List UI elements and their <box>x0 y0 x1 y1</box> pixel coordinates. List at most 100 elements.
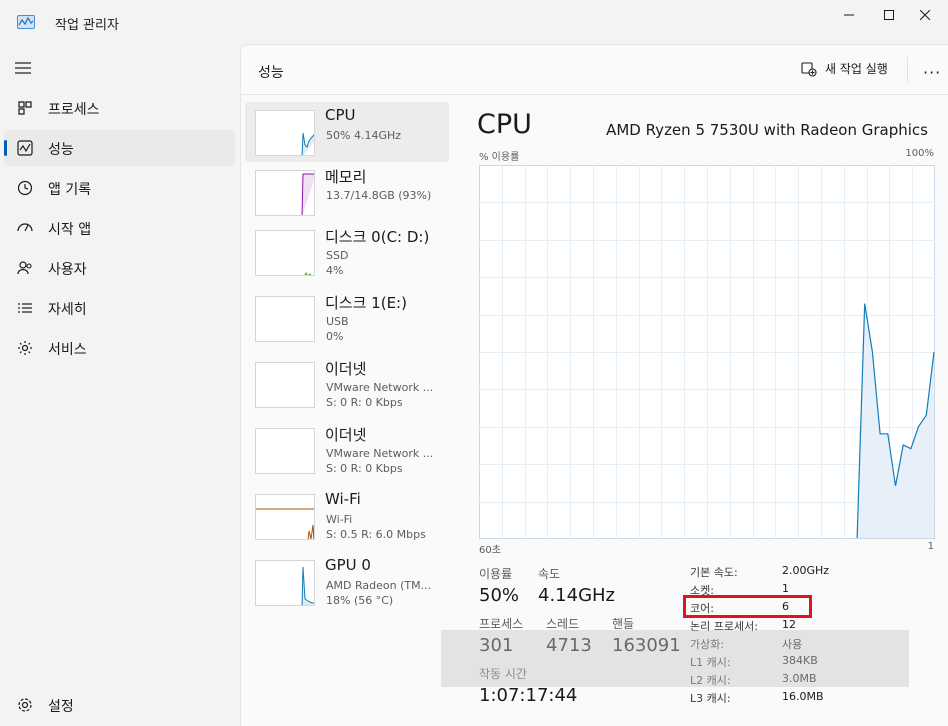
device-thumbnail <box>255 296 315 342</box>
spec-value: 1 <box>782 582 789 595</box>
device-name: GPU 0 <box>325 556 371 574</box>
maximize-icon <box>884 10 894 20</box>
minimize-icon <box>844 14 854 16</box>
device-adapter: VMware Network ... <box>326 381 434 394</box>
cpu-mini-graph <box>301 132 314 155</box>
details-list-icon <box>18 303 32 313</box>
close-button[interactable] <box>902 0 948 30</box>
page-title: 성능 <box>258 65 284 81</box>
graph-y-max-label: 100% <box>905 148 934 159</box>
history-clock-icon <box>17 180 33 196</box>
speed-label: 속도 <box>538 567 561 581</box>
device-usage: 0% <box>326 330 344 343</box>
device-thumbnail <box>255 494 315 540</box>
new-task-icon <box>801 61 817 77</box>
window-title: 작업 관리자 <box>55 18 119 33</box>
device-thumbnail <box>255 170 315 216</box>
cpu-utilization-graph <box>479 165 935 539</box>
nav-label: 프로세스 <box>48 102 100 118</box>
header-divider <box>241 94 948 95</box>
graph-x-right-label: 1 <box>927 541 934 552</box>
device-model: AMD Radeon (TM... <box>326 579 432 592</box>
settings-gear-icon <box>18 698 32 712</box>
nav-label: 사용자 <box>48 262 87 278</box>
device-detail: 50% 4.14GHz <box>326 129 402 142</box>
spec-key: 기본 속도: <box>690 566 738 579</box>
device-usage: 18% (56 °C) <box>326 594 394 607</box>
more-options-icon[interactable]: ··· <box>923 63 941 82</box>
highlight-box <box>683 595 812 618</box>
device-type: SSD <box>326 249 349 262</box>
nav-item-processes[interactable]: 프로세스 <box>4 90 235 126</box>
users-icon <box>17 261 32 275</box>
device-thumbnail <box>255 230 315 276</box>
gpu-mini-graph <box>301 566 314 605</box>
device-item-ethernet-2[interactable]: 이더넷 VMware Network ... S: 0 R: 0 Kbps <box>245 420 449 480</box>
wifi-mini-graph <box>256 508 314 539</box>
nav-item-startup-apps[interactable]: 시작 앱 <box>4 210 235 246</box>
device-adapter: Wi-Fi <box>326 513 353 526</box>
nav-item-users[interactable]: 사용자 <box>4 250 235 286</box>
nav-item-details[interactable]: 자세히 <box>4 290 235 326</box>
device-name: 이더넷 <box>325 360 367 378</box>
services-gear-icon <box>18 341 32 355</box>
device-throughput: S: 0.5 R: 6.0 Mbps <box>326 528 426 541</box>
new-task-label: 새 작업 실행 <box>825 62 888 76</box>
device-thumbnail <box>255 560 315 606</box>
performance-graph-icon <box>17 140 33 156</box>
device-detail: 13.7/14.8GB (93%) <box>326 189 432 202</box>
nav-label: 시작 앱 <box>48 222 92 238</box>
new-task-button[interactable]: 새 작업 실행 <box>801 60 888 77</box>
utilization-label: 이용률 <box>479 567 513 581</box>
selection-indicator <box>4 140 7 156</box>
device-thumbnail <box>255 362 315 408</box>
device-throughput: S: 0 R: 0 Kbps <box>326 462 403 475</box>
nav-label: 앱 기록 <box>48 182 92 198</box>
nav-label: 자세히 <box>48 302 87 318</box>
device-usage: 4% <box>326 264 344 277</box>
task-manager-app-icon <box>17 15 35 29</box>
startup-gauge-icon <box>17 223 33 232</box>
navigation-pane: 프로세스 성능 앱 기록 시작 앱 사용자 자세히 서비스 설정 <box>0 44 240 726</box>
device-item-cpu[interactable]: CPU 50% 4.14GHz <box>245 102 449 162</box>
nav-item-settings[interactable]: 설정 <box>4 687 235 723</box>
nav-label: 성능 <box>48 142 74 158</box>
nav-item-app-history[interactable]: 앱 기록 <box>4 170 235 206</box>
spec-value: 16.0MB <box>782 690 824 703</box>
uptime-value: 1:07:17:44 <box>479 685 578 706</box>
title-bar: 작업 관리자 <box>0 0 948 44</box>
cpu-model: AMD Ryzen 5 7530U with Radeon Graphics <box>606 121 928 139</box>
device-item-memory[interactable]: 메모리 13.7/14.8GB (93%) <box>245 162 449 222</box>
device-name: CPU <box>325 106 356 124</box>
content-panel: 성능 새 작업 실행 ··· CPU 50% 4.14GHz 메모리 13.7/… <box>240 44 948 726</box>
device-item-gpu-0[interactable]: GPU 0 AMD Radeon (TM... 18% (56 °C) <box>245 552 449 612</box>
close-icon <box>920 10 930 20</box>
device-throughput: S: 0 R: 0 Kbps <box>326 396 403 409</box>
device-item-disk-0[interactable]: 디스크 0(C: D:) SSD 4% <box>245 222 449 282</box>
device-thumbnail <box>255 110 315 156</box>
watermark-band <box>441 630 909 687</box>
device-thumbnail <box>255 428 315 474</box>
device-item-disk-1[interactable]: 디스크 1(E:) USB 0% <box>245 288 449 348</box>
device-name: 이더넷 <box>325 426 367 444</box>
utilization-value: 50% <box>479 585 520 606</box>
memory-mini-graph <box>301 173 314 215</box>
graph-x-left-label: 60초 <box>479 545 501 556</box>
toolbar-separator <box>907 57 908 83</box>
device-name: Wi-Fi <box>325 490 361 508</box>
spec-key: L3 캐시: <box>690 692 731 705</box>
nav-item-performance[interactable]: 성능 <box>4 130 235 166</box>
graph-y-label: % 이용률 <box>479 152 520 163</box>
device-name: 디스크 0(C: D:) <box>325 228 430 246</box>
device-item-wifi[interactable]: Wi-Fi Wi-Fi S: 0.5 R: 6.0 Mbps <box>245 486 449 546</box>
speed-value: 4.14GHz <box>538 585 616 606</box>
device-item-ethernet-1[interactable]: 이더넷 VMware Network ... S: 0 R: 0 Kbps <box>245 354 449 414</box>
hamburger-menu-icon[interactable] <box>14 61 32 75</box>
processes-grid-icon <box>18 101 32 115</box>
spec-value: 2.00GHz <box>782 564 830 577</box>
nav-item-services[interactable]: 서비스 <box>4 330 235 366</box>
device-name: 디스크 1(E:) <box>325 294 407 312</box>
detail-title: CPU <box>477 109 532 140</box>
settings-label: 설정 <box>48 699 74 715</box>
disk0-mini-graph <box>304 272 312 275</box>
